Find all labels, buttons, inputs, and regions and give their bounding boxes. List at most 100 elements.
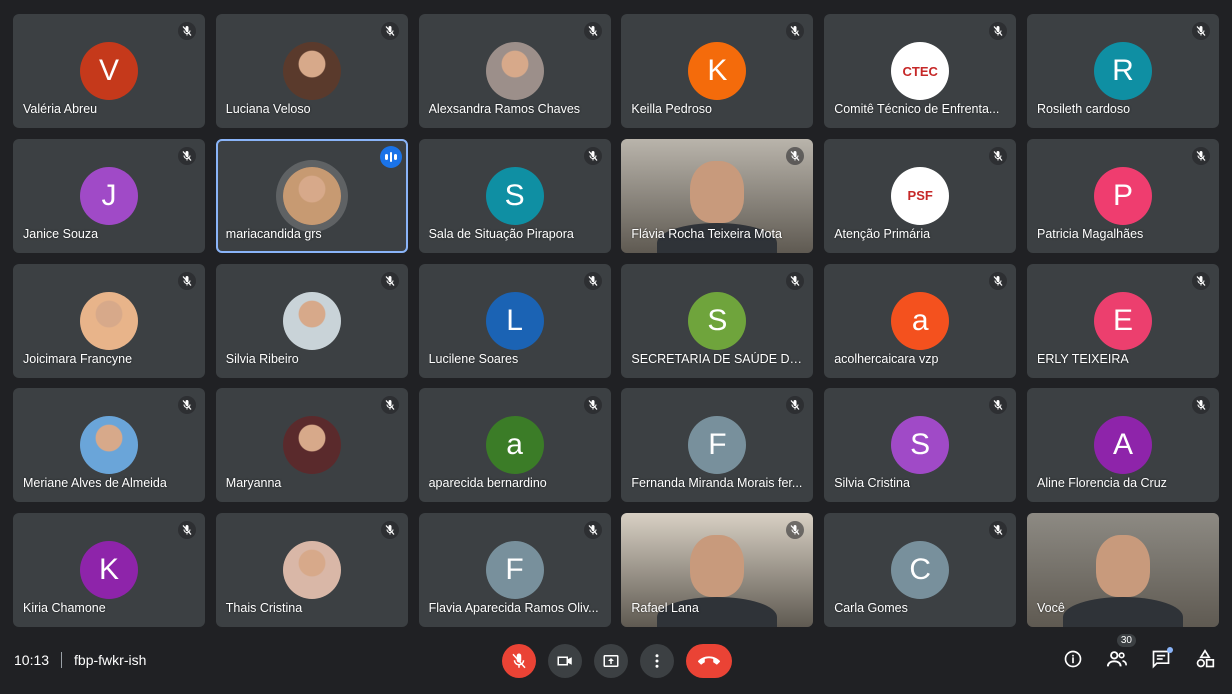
mic-off-icon (989, 396, 1008, 415)
participant-tile[interactable]: CTEC Comitê Técnico de Enfrenta... (824, 14, 1017, 128)
mic-off-icon (178, 271, 196, 290)
avatar-photo (282, 416, 341, 475)
meeting-code: fbp-fwkr-ish (74, 652, 147, 668)
activities-button[interactable] (1192, 646, 1218, 672)
avatar-initial: C (891, 541, 950, 600)
participant-tile[interactable]: Você (1026, 513, 1219, 628)
participant-name: Sala de Situação Pirapora (428, 226, 574, 241)
mic-off-icon (512, 653, 526, 669)
participant-tile[interactable]: V Valéria Abreu (13, 14, 205, 128)
participant-tile[interactable]: Thais Cristina (215, 513, 408, 628)
activities-icon (1196, 649, 1215, 668)
divider (61, 652, 63, 668)
avatar-letter: F (505, 553, 524, 587)
person-figure (1095, 535, 1150, 598)
participant-name: Joicimara Francyne (23, 351, 133, 366)
avatar-letter: J (101, 178, 117, 212)
participant-tile[interactable]: Flávia Rocha Teixeira Mota (621, 138, 814, 253)
participant-tile[interactable]: PSF Atenção Primária (824, 138, 1017, 253)
avatar-letter: S (910, 428, 931, 462)
participant-grid: V Valéria Abreu Luciana Veloso Alexsandra R… (13, 14, 1219, 628)
chat-notification-dot (1167, 647, 1173, 653)
side-panel-controls: 30 (1060, 634, 1218, 672)
participant-name: Alexsandra Ramos Chaves (428, 102, 581, 116)
avatar-photo (80, 416, 138, 475)
participant-tile[interactable]: Silvia Ribeiro (215, 263, 408, 378)
participant-name: Rosileth cardoso (1036, 102, 1131, 116)
avatar-initial: P (1093, 166, 1152, 225)
participant-tile[interactable]: a aparecida bernardino (418, 388, 611, 503)
avatar-logo: PSF (891, 166, 950, 225)
participant-tile[interactable]: R Rosileth cardoso (1026, 14, 1219, 128)
participant-tile[interactable]: Maryanna (215, 388, 408, 503)
participant-tile[interactable]: Meriane Alves de Almeida (13, 388, 205, 503)
participant-name: Comitê Técnico de Enfrenta... (834, 102, 1000, 116)
meeting-time: 10:13 (14, 652, 50, 668)
participant-tile[interactable]: S Sala de Situação Pirapora (418, 138, 611, 253)
leave-call-button[interactable] (686, 644, 732, 678)
logo-text: CTEC (902, 63, 938, 79)
mic-off-icon (989, 521, 1008, 540)
avatar-photo (282, 42, 341, 100)
mic-off-icon (989, 271, 1008, 290)
mic-off-icon (380, 22, 399, 40)
participant-tile[interactable]: L Lucilene Soares (418, 263, 611, 378)
participant-tile[interactable]: a acolhercaicara vzp (824, 263, 1017, 378)
avatar-letter: K (707, 54, 728, 87)
participant-tile[interactable]: F Fernanda Miranda Morais fer... (621, 388, 814, 503)
camera-toggle-button[interactable] (548, 644, 582, 678)
people-icon (1106, 651, 1127, 667)
person-figure (690, 160, 745, 223)
avatar-initial: L (485, 291, 544, 350)
participant-tile[interactable]: A Aline Florencia da Cruz (1026, 388, 1219, 503)
avatar-letter: K (98, 553, 119, 587)
avatar-letter: L (506, 303, 523, 337)
participant-name: Patricia Magalhães (1036, 226, 1144, 241)
mic-off-icon (989, 146, 1008, 165)
mic-toggle-button[interactable] (502, 644, 536, 678)
meeting-meta: 10:13 fbp-fwkr-ish (14, 652, 146, 668)
participant-tile[interactable]: Luciana Veloso (215, 14, 408, 128)
avatar-initial: S (688, 291, 747, 350)
participant-tile[interactable]: Joicimara Francyne (13, 263, 205, 378)
mic-off-icon (583, 22, 602, 40)
more-options-button[interactable] (640, 644, 674, 678)
mic-off-icon (178, 22, 196, 40)
participant-tile[interactable]: F Flavia Aparecida Ramos Oliv... (418, 513, 611, 628)
participant-tile[interactable]: K Keilla Pedroso (621, 14, 814, 128)
participant-tile[interactable]: S Silvia Cristina (824, 388, 1017, 503)
mic-off-icon (380, 271, 399, 290)
participant-tile[interactable]: E ERLY TEIXEIRA (1026, 263, 1219, 378)
avatar-initial: J (80, 166, 138, 225)
participant-name: aparecida bernardino (428, 476, 547, 491)
call-controls (502, 644, 732, 678)
participant-name: Silvia Cristina (834, 476, 910, 491)
participant-name: mariacandida grs (225, 226, 322, 241)
meeting-details-button[interactable] (1060, 646, 1086, 672)
mic-off-icon (583, 521, 602, 540)
avatar-letter: F (708, 428, 727, 462)
chat-button[interactable] (1148, 646, 1174, 672)
participant-name: Você (1036, 601, 1065, 616)
participant-tile[interactable]: mariacandida grs (215, 138, 408, 253)
participant-tile[interactable]: S SECRETARIA DE SAÚDE DE IB... (621, 263, 814, 378)
avatar-letter: P (1112, 178, 1133, 212)
present-now-button[interactable] (594, 644, 628, 678)
participant-name: acolhercaicara vzp (834, 351, 939, 366)
mic-off-icon (583, 146, 602, 165)
participant-tile[interactable]: J Janice Souza (13, 138, 205, 253)
avatar-initial: E (1093, 291, 1152, 350)
people-button[interactable]: 30 (1104, 634, 1136, 672)
participant-tile[interactable]: K Kiria Chamone (13, 513, 205, 628)
participant-name: Janice Souza (23, 226, 99, 241)
participant-tile[interactable]: Rafael Lana (621, 513, 814, 628)
mic-off-icon (178, 146, 196, 165)
avatar-logo: CTEC (891, 42, 950, 100)
participant-tile[interactable]: Alexsandra Ramos Chaves (418, 14, 611, 128)
participant-name: Fernanda Miranda Morais fer... (631, 476, 803, 491)
participant-tile[interactable]: C Carla Gomes (824, 513, 1017, 628)
participant-tile[interactable]: P Patricia Magalhães (1026, 138, 1219, 253)
participant-name: Keilla Pedroso (631, 102, 712, 116)
avatar-initial: F (688, 416, 747, 475)
avatar-initial: K (80, 541, 138, 600)
